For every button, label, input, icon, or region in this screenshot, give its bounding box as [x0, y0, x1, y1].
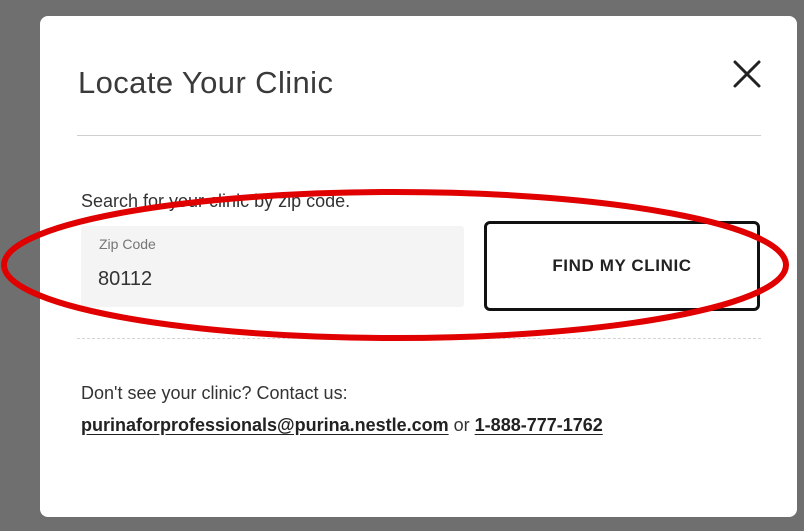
- search-prompt: Search for your clinic by zip code.: [81, 191, 351, 211]
- contact-phone-link[interactable]: 1-888-777-1762: [475, 415, 603, 435]
- find-my-clinic-button[interactable]: FIND MY CLINIC: [484, 221, 760, 311]
- header-divider: [77, 135, 761, 136]
- close-button[interactable]: [729, 56, 765, 92]
- close-icon: [733, 60, 761, 88]
- contact-lead-text: Don't see your clinic? Contact us:: [81, 383, 348, 403]
- zip-code-field[interactable]: Zip Code: [81, 226, 464, 307]
- content-divider: [77, 338, 761, 339]
- zip-code-input[interactable]: [98, 264, 438, 294]
- contact-connector-text: or: [453, 415, 470, 435]
- locate-clinic-modal: Locate Your Clinic Search for your clini…: [40, 16, 797, 517]
- contact-info: Don't see your clinic? Contact us: purin…: [81, 377, 771, 441]
- contact-email-link[interactable]: purinaforprofessionals@purina.nestle.com: [81, 415, 449, 435]
- zip-code-label: Zip Code: [99, 236, 156, 252]
- modal-title: Locate Your Clinic: [78, 65, 334, 100]
